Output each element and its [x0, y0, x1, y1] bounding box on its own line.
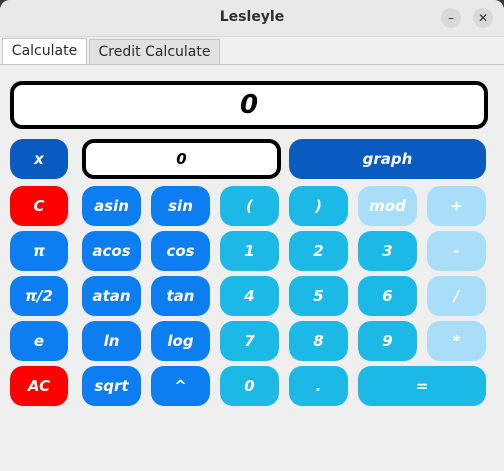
result-display: 0 — [10, 81, 488, 129]
graph-button[interactable]: graph — [289, 139, 486, 179]
clear-button[interactable]: C — [10, 186, 68, 226]
window-title: Lesleyle — [219, 9, 285, 25]
multiply-button[interactable]: * — [427, 321, 486, 361]
pi-button[interactable]: π — [10, 231, 68, 271]
digit-8-button[interactable]: 8 — [289, 321, 348, 361]
acos-button[interactable]: acos — [82, 231, 141, 271]
digit-3-button[interactable]: 3 — [358, 231, 417, 271]
digit-7-button[interactable]: 7 — [220, 321, 279, 361]
ln-button[interactable]: ln — [82, 321, 141, 361]
tab-calculate[interactable]: Calculate — [2, 38, 87, 65]
equals-button[interactable]: = — [358, 366, 486, 406]
open-paren-button[interactable]: ( — [220, 186, 279, 226]
asin-button[interactable]: asin — [82, 186, 141, 226]
close-paren-button[interactable]: ) — [289, 186, 348, 226]
digit-2-button[interactable]: 2 — [289, 231, 348, 271]
x-value-input[interactable]: 0 — [82, 139, 281, 179]
all-clear-button[interactable]: AC — [10, 366, 68, 406]
log-button[interactable]: log — [151, 321, 210, 361]
digit-9-button[interactable]: 9 — [358, 321, 417, 361]
sin-button[interactable]: sin — [151, 186, 210, 226]
cos-button[interactable]: cos — [151, 231, 210, 271]
digit-1-button[interactable]: 1 — [220, 231, 279, 271]
decimal-point-button[interactable]: . — [289, 366, 348, 406]
atan-button[interactable]: atan — [82, 276, 141, 316]
tan-button[interactable]: tan — [151, 276, 210, 316]
e-button[interactable]: e — [10, 321, 68, 361]
pi-half-button[interactable]: π/2 — [10, 276, 68, 316]
divide-button[interactable]: / — [427, 276, 486, 316]
app-window: Lesleyle – ✕ Calculate Credit Calculate … — [0, 0, 504, 471]
plus-button[interactable]: + — [427, 186, 486, 226]
minus-button[interactable]: - — [427, 231, 486, 271]
tab-credit-calculate[interactable]: Credit Calculate — [89, 39, 220, 64]
sqrt-button[interactable]: sqrt — [82, 366, 141, 406]
digit-6-button[interactable]: 6 — [358, 276, 417, 316]
title-bar: Lesleyle – ✕ — [0, 0, 504, 37]
digit-5-button[interactable]: 5 — [289, 276, 348, 316]
tab-bar: Calculate Credit Calculate — [0, 37, 504, 65]
minimize-button[interactable]: – — [441, 8, 461, 28]
mod-button[interactable]: mod — [358, 186, 417, 226]
close-button[interactable]: ✕ — [473, 8, 493, 28]
power-button[interactable]: ^ — [151, 366, 210, 406]
digit-4-button[interactable]: 4 — [220, 276, 279, 316]
tab-divider — [0, 64, 504, 65]
x-variable-button[interactable]: x — [10, 139, 68, 179]
digit-0-button[interactable]: 0 — [220, 366, 279, 406]
